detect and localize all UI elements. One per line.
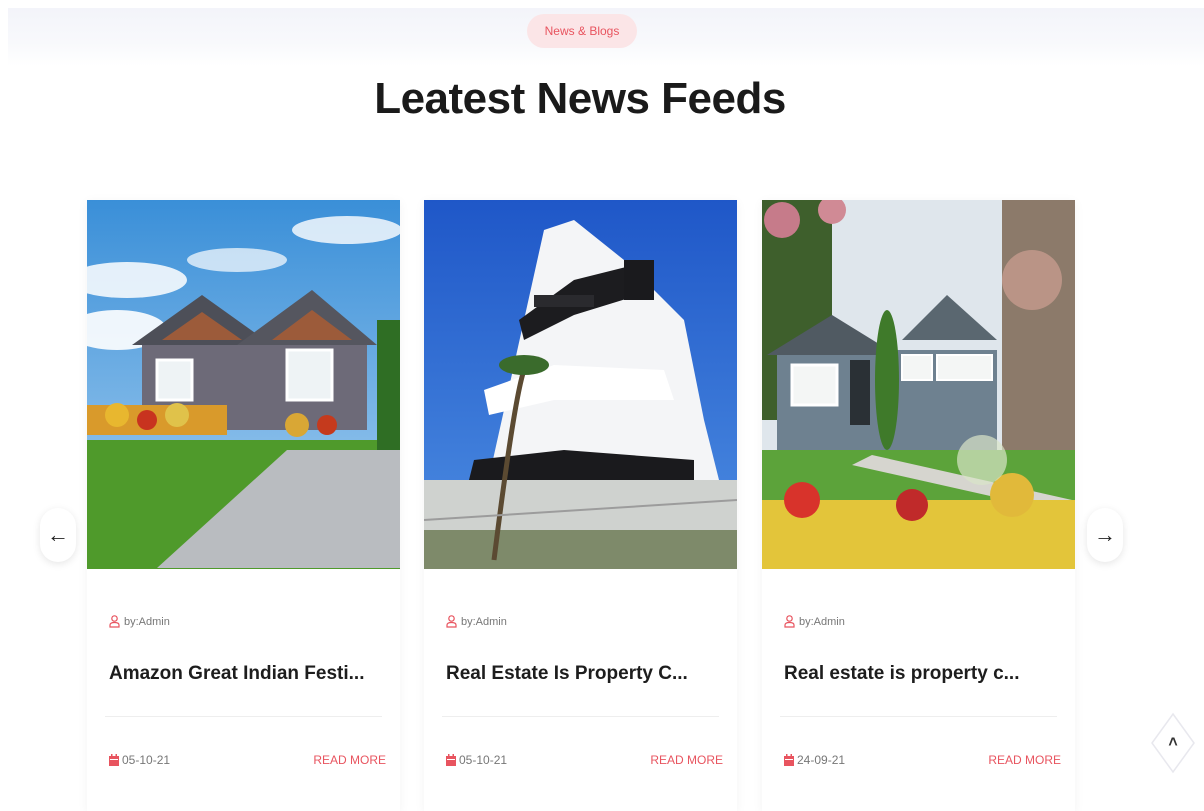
news-card-date: 05-10-21 (446, 753, 507, 767)
author-name: by:Admin (124, 615, 170, 628)
user-icon (784, 615, 795, 628)
news-card-image[interactable] (87, 200, 400, 569)
news-card-title[interactable]: Real Estate Is Property C... (446, 663, 716, 685)
carousel-next-button[interactable]: → (1087, 508, 1123, 562)
date-text: 05-10-21 (122, 753, 171, 767)
read-more-link[interactable]: READ MORE (313, 753, 386, 767)
author-label: by:Admin (109, 615, 170, 628)
author-label: by:Admin (784, 615, 845, 628)
arrow-right-icon: → (1094, 522, 1116, 547)
news-card-date: 05-10-21 (109, 753, 170, 767)
news-card-date: 24-09-21 (784, 753, 845, 767)
divider (780, 716, 1057, 717)
news-card-image[interactable] (762, 200, 1075, 569)
divider (105, 716, 382, 717)
news-card[interactable]: by:Admin Amazon Great Indian Festi... 05… (87, 200, 400, 811)
news-card-title[interactable]: Real estate is property c... (784, 663, 1054, 685)
date-text: 05-10-21 (459, 753, 508, 767)
news-card[interactable]: by:Admin Real Estate Is Property C... 05… (424, 200, 737, 811)
author-name: by:Admin (799, 615, 845, 628)
section-badge: News & Blogs (527, 14, 637, 48)
calendar-icon (109, 754, 119, 766)
calendar-icon (446, 754, 456, 766)
carousel-prev-button[interactable]: ← (40, 508, 76, 562)
section-title: Leatest News Feeds (374, 74, 786, 123)
calendar-icon (784, 754, 794, 766)
read-more-link[interactable]: READ MORE (988, 753, 1061, 767)
author-label: by:Admin (446, 615, 507, 628)
author-name: by:Admin (461, 615, 507, 628)
arrow-left-icon: ← (47, 522, 69, 547)
news-card-title[interactable]: Amazon Great Indian Festi... (109, 663, 379, 685)
divider (442, 716, 719, 717)
date-text: 24-09-21 (797, 753, 846, 767)
scroll-to-top-button[interactable]: ˄ (1150, 712, 1196, 774)
chevron-up-icon: ˄ (1168, 734, 1178, 751)
read-more-link[interactable]: READ MORE (650, 753, 723, 767)
user-icon (446, 615, 457, 628)
user-icon (109, 615, 120, 628)
news-card[interactable]: by:Admin Real estate is property c... 24… (762, 200, 1075, 811)
news-card-image[interactable] (424, 200, 737, 569)
